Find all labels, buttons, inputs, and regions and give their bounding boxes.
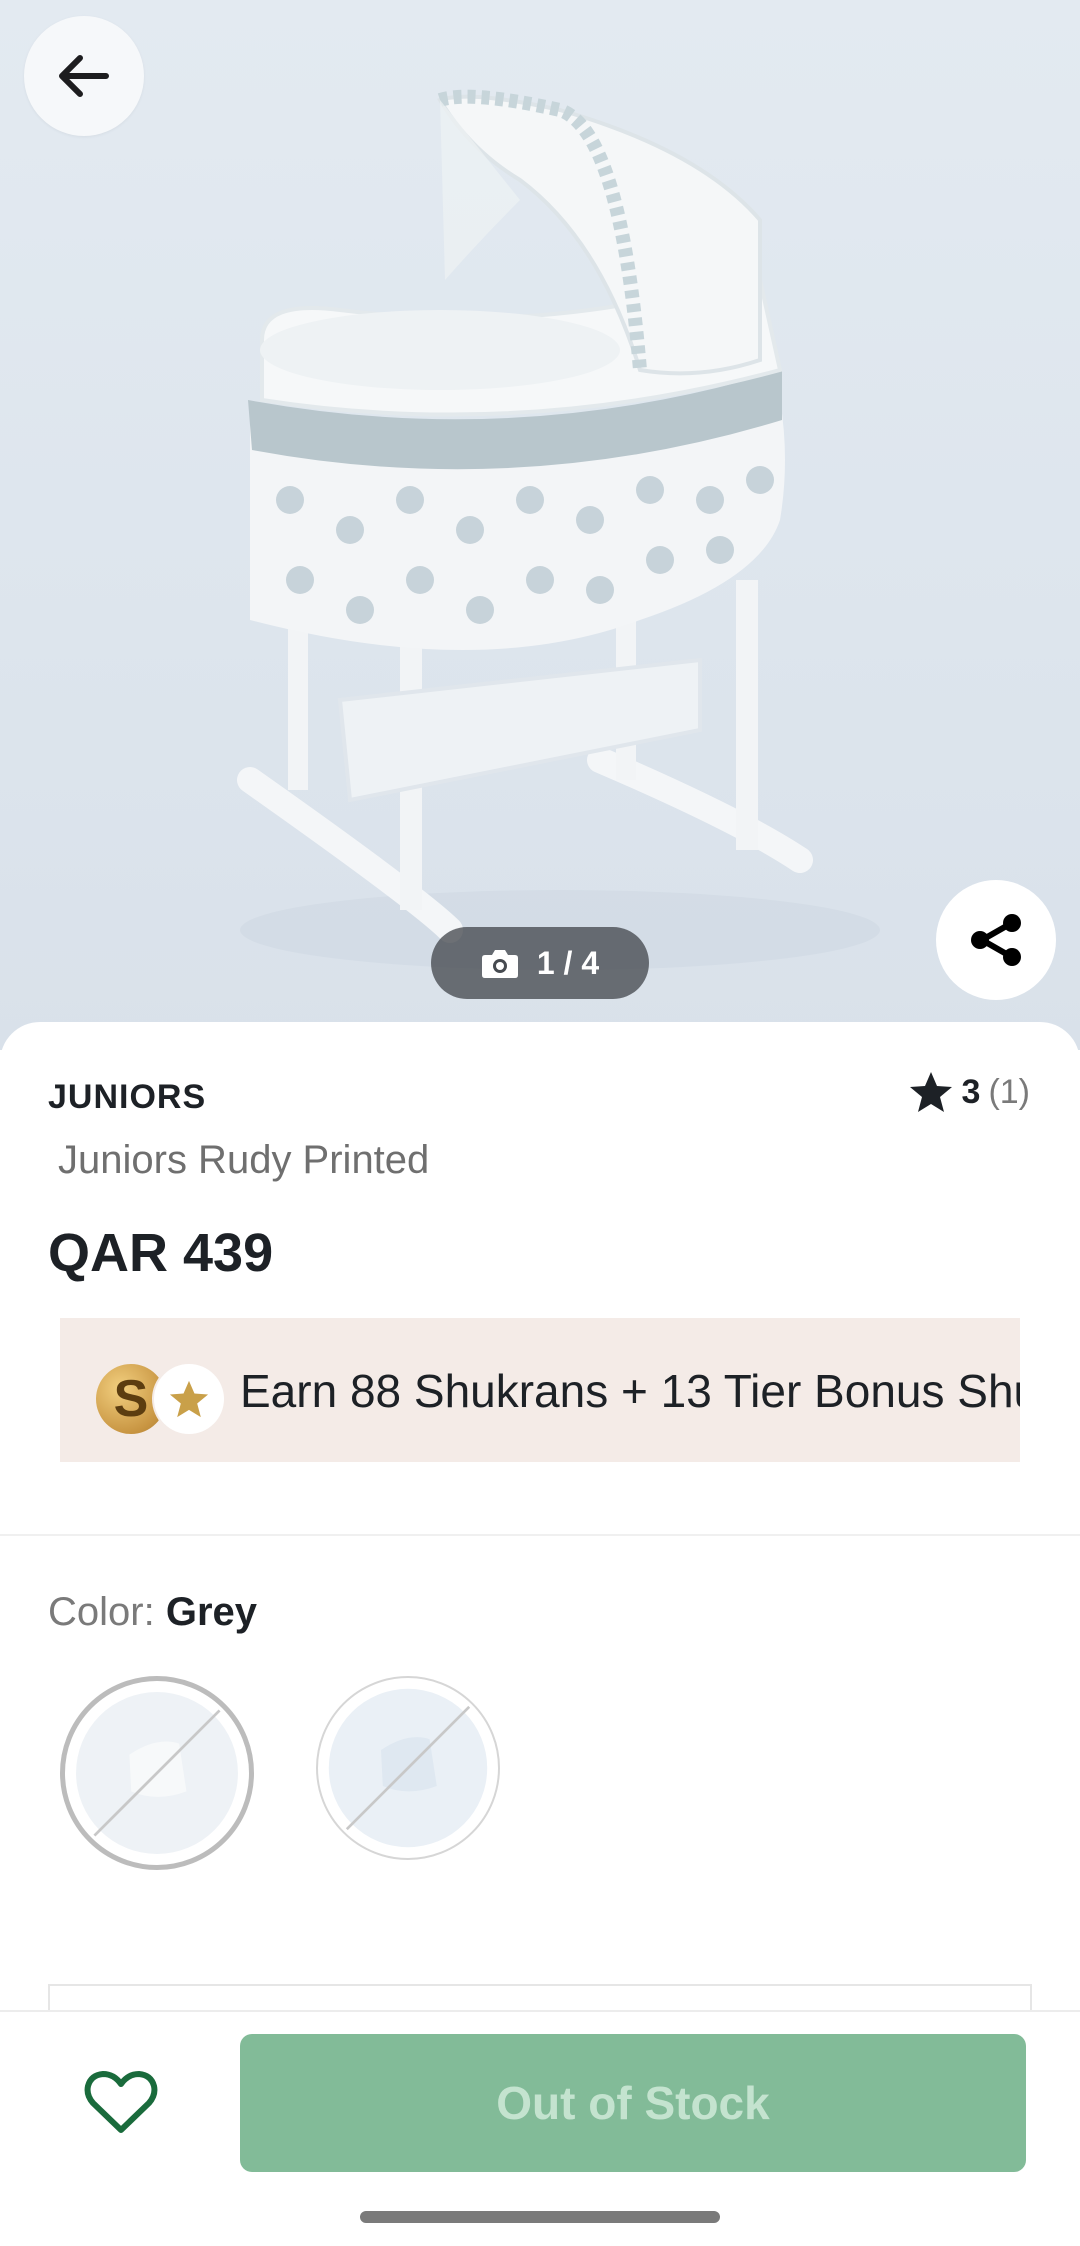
star-icon	[909, 1072, 952, 1112]
product-title: Juniors Rudy Printed	[58, 1138, 430, 1182]
unavailable-swatch-icon	[76, 1692, 238, 1854]
home-indicator[interactable]	[360, 2211, 720, 2223]
shukran-coin-letter: S	[113, 1370, 149, 1428]
image-counter[interactable]: 1 / 4	[431, 927, 649, 999]
section-divider	[0, 1534, 1080, 1536]
selected-color: Grey	[165, 1590, 257, 1634]
share-button[interactable]	[936, 880, 1056, 1000]
rating-count: (1)	[988, 1072, 1030, 1111]
color-swatch-grey[interactable]	[60, 1676, 254, 1870]
arrow-left-icon	[59, 55, 109, 97]
rating-score: 3	[961, 1072, 981, 1111]
tier-star-icon	[154, 1364, 224, 1434]
out-of-stock-button[interactable]: Out of Stock	[240, 2034, 1026, 2172]
camera-icon	[481, 950, 518, 978]
rewards-text: Earn 88 Shukrans + 13 Tier Bonus Shukran…	[240, 1365, 1020, 1417]
product-image-gallery[interactable]: 1 / 4	[0, 0, 1080, 1050]
wishlist-button[interactable]	[66, 2058, 176, 2148]
color-swatch-blue[interactable]	[316, 1676, 500, 1860]
brand-name[interactable]: JUNIORS	[48, 1078, 206, 1117]
back-button[interactable]	[24, 16, 144, 136]
heart-icon	[84, 2071, 158, 2133]
share-icon	[971, 914, 1021, 966]
unavailable-swatch-icon	[328, 1688, 488, 1848]
product-image	[237, 89, 880, 970]
product-rating[interactable]: 3 (1)	[908, 1070, 1030, 1114]
rewards-banner[interactable]: S Earn 88 Shukrans + 13 Tier Bonus Shukr…	[60, 1318, 1020, 1462]
color-selector-label: Color: Grey	[48, 1590, 257, 1635]
color-label: Color:	[48, 1590, 155, 1634]
image-counter-text: 1 / 4	[536, 944, 600, 981]
product-price: QAR 439	[48, 1223, 274, 1283]
